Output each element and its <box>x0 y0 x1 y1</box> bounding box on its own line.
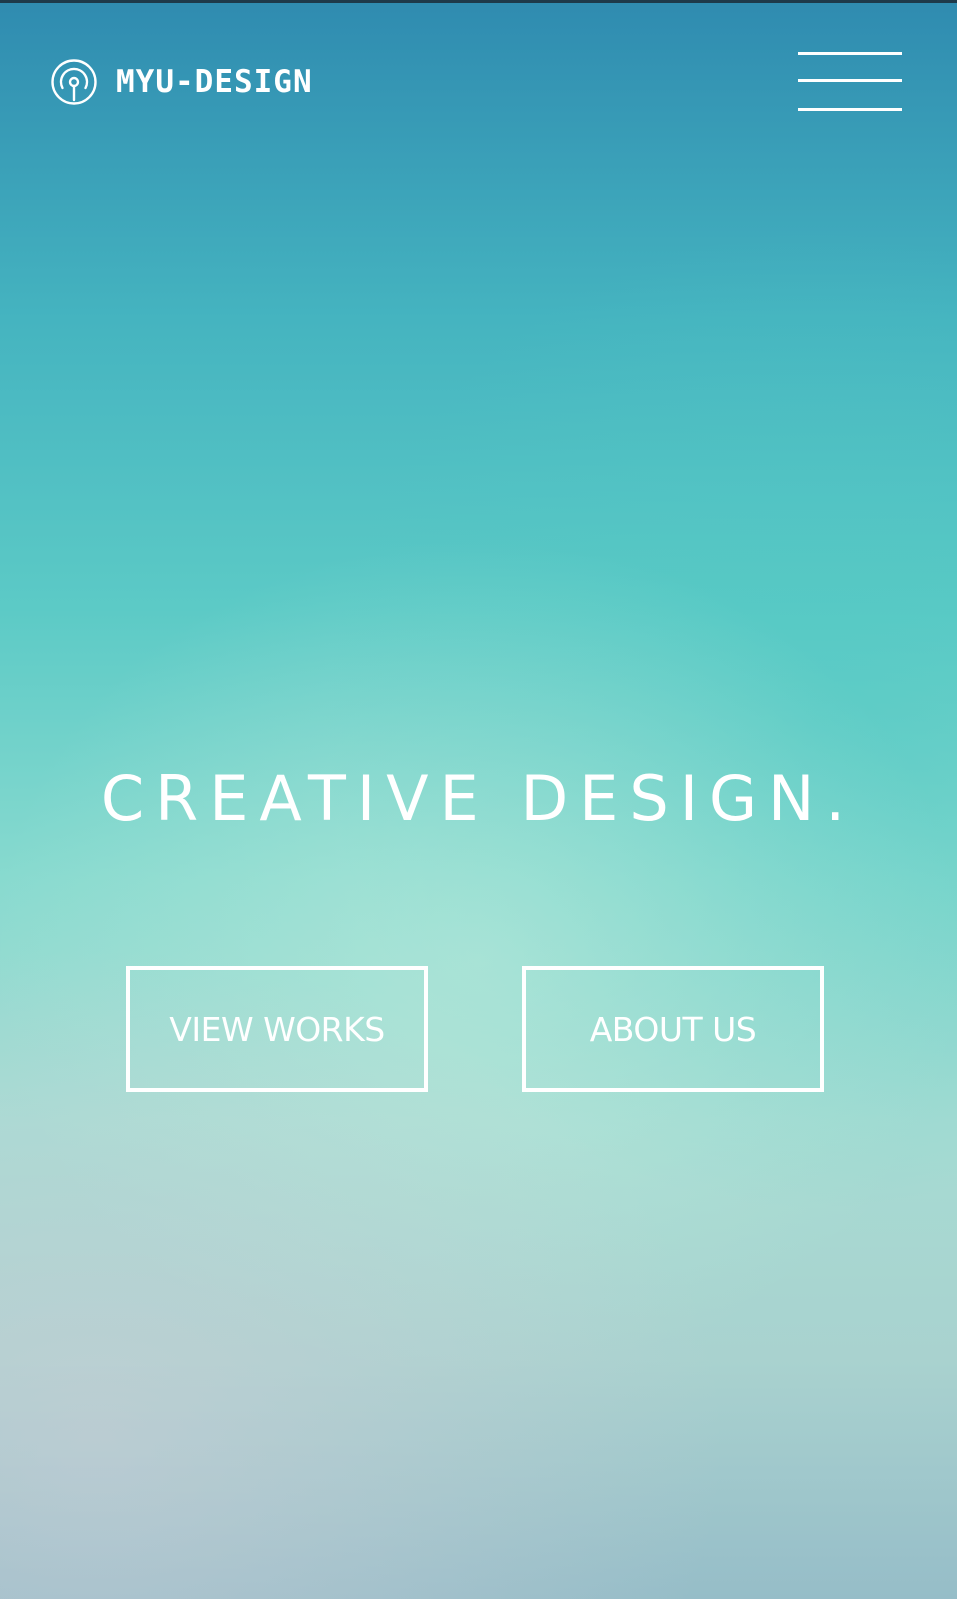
hero-title: CREATIVE DESIGN. <box>100 762 857 835</box>
logo-link[interactable]: MYU-DESIGN <box>50 58 313 106</box>
view-works-button[interactable]: VIEW WORKS <box>126 966 428 1092</box>
broadcast-icon <box>51 59 97 105</box>
about-us-button[interactable]: ABOUT US <box>522 966 824 1092</box>
landing-screen: MYU-DESIGN CREATIVE DESIGN. VIEW WORKS A… <box>0 0 957 1599</box>
hamburger-icon-bar <box>798 108 902 111</box>
brand-name: MYU-DESIGN <box>116 64 313 100</box>
hamburger-icon-bar <box>798 79 902 82</box>
hamburger-icon <box>798 52 902 55</box>
menu-button[interactable] <box>798 52 902 114</box>
site-header: MYU-DESIGN <box>50 58 313 106</box>
